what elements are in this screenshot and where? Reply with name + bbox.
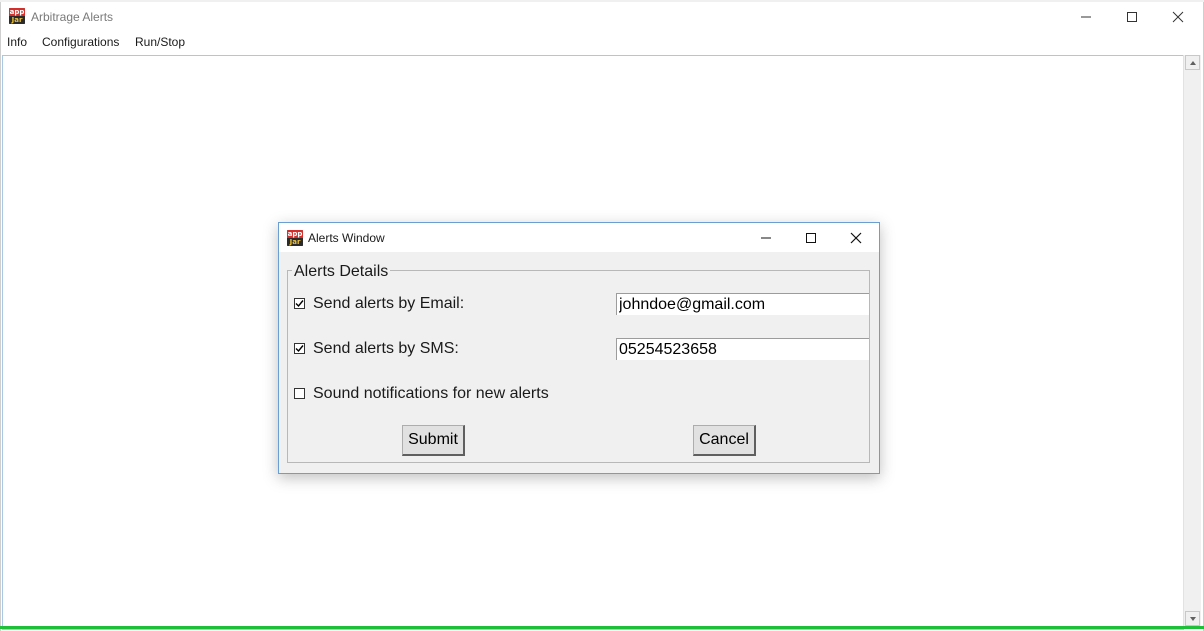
sms-input[interactable] [616, 338, 869, 360]
dialog-title: Alerts Window [308, 231, 385, 245]
submit-button[interactable]: Submit [402, 425, 465, 456]
email-checkbox[interactable] [294, 298, 305, 309]
menu-bar: Info Configurations Run/Stop [1, 32, 1201, 54]
menu-configurations[interactable]: Configurations [42, 35, 119, 49]
email-label: Send alerts by Email: [313, 295, 465, 312]
close-button[interactable] [1155, 2, 1201, 32]
checkmark-icon [295, 345, 304, 353]
dialog-minimize-button[interactable] [743, 223, 789, 252]
scroll-up-icon [1189, 60, 1196, 65]
minimize-icon [1081, 16, 1091, 18]
maximize-icon [806, 232, 816, 243]
minimize-icon [761, 237, 771, 238]
sound-label: Sound notifications for new alerts [313, 385, 549, 402]
alerts-dialog: app Jar Alerts Window Alerts Details Send… [278, 222, 880, 474]
dialog-close-button[interactable] [833, 223, 879, 252]
sound-checkbox[interactable] [294, 388, 305, 399]
close-icon [850, 232, 862, 243]
dialog-maximize-button[interactable] [788, 223, 834, 252]
maximize-button[interactable] [1109, 2, 1155, 32]
status-line [0, 626, 1204, 629]
close-icon [1172, 11, 1184, 23]
minimize-button[interactable] [1063, 2, 1109, 32]
app-jar-icon: app Jar [9, 8, 25, 24]
window-title: Arbitrage Alerts [31, 10, 114, 24]
email-input[interactable] [616, 293, 869, 315]
dialog-titlebar: app Jar Alerts Window [279, 223, 879, 252]
vertical-scrollbar[interactable] [1183, 55, 1201, 628]
sms-label: Send alerts by SMS: [313, 340, 459, 357]
menu-run-stop[interactable]: Run/Stop [135, 35, 185, 49]
dialog-app-icon: app Jar [287, 230, 303, 246]
main-titlebar: app Jar Arbitrage Alerts [1, 2, 1201, 32]
group-title: Alerts Details [292, 263, 391, 281]
sms-checkbox[interactable] [294, 343, 305, 354]
menu-info[interactable]: Info [7, 35, 27, 49]
maximize-icon [1127, 12, 1137, 22]
scroll-down-button[interactable] [1185, 611, 1200, 626]
cancel-button[interactable]: Cancel [693, 425, 756, 456]
scroll-down-icon [1189, 616, 1196, 621]
scroll-up-button[interactable] [1185, 55, 1200, 70]
checkmark-icon [295, 300, 304, 308]
